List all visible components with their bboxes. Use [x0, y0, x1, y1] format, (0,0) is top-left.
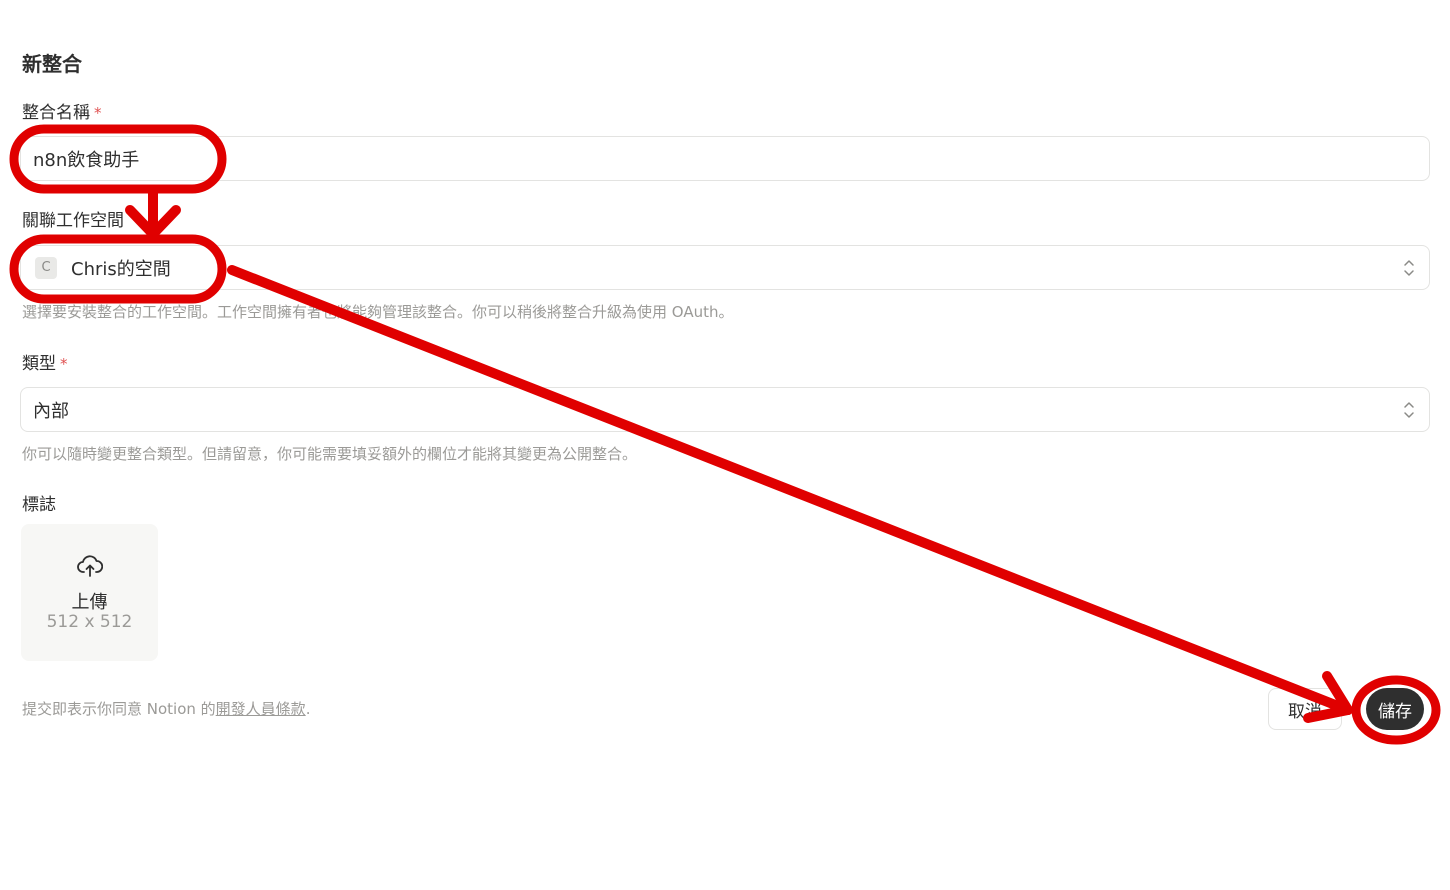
integration-name-value: n8n飲食助手 [33, 149, 140, 171]
upload-label: 上傳 [71, 592, 108, 613]
name-label-text: 整合名稱 [22, 103, 90, 123]
workspace-select[interactable]: C Chris的空間 [20, 245, 1430, 290]
terms-prefix: 提交即表示你同意 Notion 的 [22, 700, 216, 718]
upload-cloud-icon [77, 555, 103, 577]
annotation-marks [9, 124, 1441, 745]
type-label-text: 類型 [22, 354, 56, 374]
integration-name-input[interactable]: n8n飲食助手 [20, 136, 1430, 181]
arrow-to-save [227, 265, 1353, 715]
workspace-label: 關聯工作空間 [22, 211, 124, 231]
workspace-value: Chris的空間 [71, 258, 171, 280]
save-button[interactable]: 儲存 [1366, 688, 1424, 730]
upload-size: 512 x 512 [46, 612, 133, 632]
arrow-down [125, 185, 181, 239]
logo-upload-button[interactable]: 上傳 512 x 512 [21, 524, 158, 661]
cancel-button[interactable]: 取消 [1268, 688, 1342, 730]
new-integration-page: 新整合 整合名稱 * n8n飲食助手 關聯工作空間 C Chris的空間 選擇要安… [0, 0, 1450, 890]
terms-suffix: . [305, 700, 311, 718]
developer-terms-link[interactable]: 開發人員條款 [216, 700, 306, 718]
required-mark: * [94, 104, 102, 122]
workspace-hint: 選擇要安裝整合的工作空間。工作空間擁有者也將能夠管理該整合。你可以稍後將整合升級… [22, 303, 734, 321]
chevron-updown-icon [1404, 402, 1414, 418]
type-label: 類型 * [22, 349, 68, 374]
page-title: 新整合 [22, 52, 82, 76]
terms-text: 提交即表示你同意 Notion 的開發人員條款. [22, 698, 310, 719]
name-label: 整合名稱 * [22, 98, 102, 123]
type-hint: 你可以隨時變更整合類型。但請留意，你可能需要填妥額外的欄位才能將其變更為公開整合… [22, 445, 638, 463]
workspace-badge: C [35, 256, 57, 279]
required-mark: * [60, 355, 68, 373]
type-value: 內部 [33, 400, 69, 422]
logo-label: 標誌 [22, 495, 56, 515]
chevron-updown-icon [1404, 260, 1414, 276]
type-select[interactable]: 內部 [20, 387, 1430, 432]
